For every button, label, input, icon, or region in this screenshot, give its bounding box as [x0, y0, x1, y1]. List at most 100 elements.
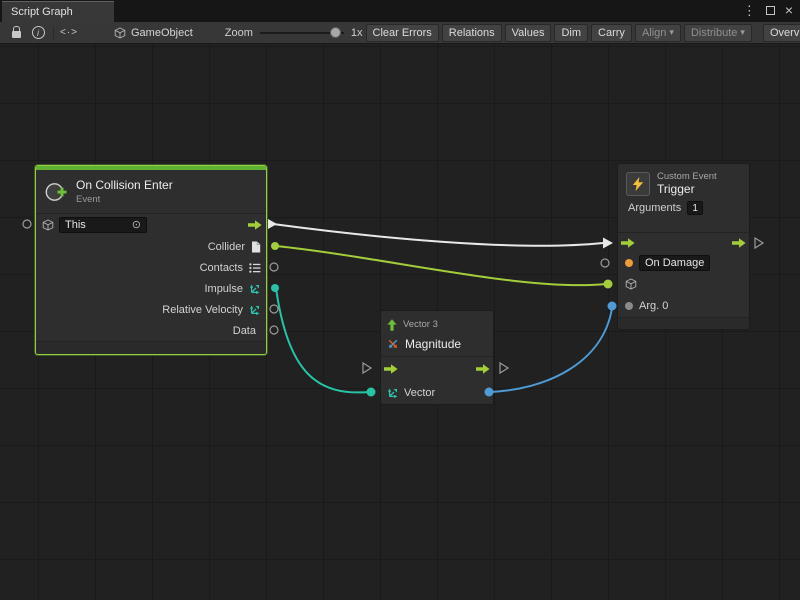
custom-event-header[interactable]: Custom Event Trigger Arguments 1: [618, 164, 749, 233]
maximize-icon[interactable]: [766, 6, 775, 15]
port-row-impulse[interactable]: Impulse: [36, 278, 266, 299]
control-input-arrowhead[interactable]: [603, 238, 613, 249]
up-arrow-icon: [387, 319, 397, 331]
target-field-value: This: [65, 219, 86, 231]
string-port-dot[interactable]: [625, 259, 633, 267]
control-output-arrow-icon[interactable]: [732, 238, 746, 248]
port-label: Arg. 0: [639, 300, 668, 312]
wire-control-flow[interactable]: [273, 224, 603, 246]
lock-icon: [12, 31, 21, 38]
zoom-value: 1x: [351, 27, 363, 39]
target-self-port[interactable]: [23, 220, 31, 228]
event-node-header[interactable]: On Collision Enter Event: [36, 170, 266, 214]
clear-errors-button[interactable]: Clear Errors: [366, 24, 439, 42]
arguments-count-field[interactable]: 1: [687, 201, 703, 215]
overview-button[interactable]: Overv: [763, 24, 800, 42]
zoom-label: Zoom: [225, 27, 253, 39]
node-footer: [36, 341, 266, 354]
event-name-port[interactable]: [601, 259, 609, 267]
vector-node-header[interactable]: Vector 3 Magnitude: [381, 311, 493, 357]
code-icon: [60, 27, 78, 38]
node-on-collision-enter[interactable]: On Collision Enter Event This ⊙ Collider…: [35, 165, 267, 355]
document-icon: [251, 241, 261, 253]
code-view-button[interactable]: [58, 24, 80, 42]
relations-toggle[interactable]: Relations: [442, 24, 502, 42]
zoom-slider[interactable]: [260, 27, 344, 39]
node-trigger-custom-event[interactable]: Custom Event Trigger Arguments 1 On Dama…: [617, 163, 750, 330]
chevron-down-icon: ▾: [669, 27, 674, 38]
vector-control-in-port[interactable]: [363, 363, 371, 373]
control-output-arrow-icon[interactable]: [476, 364, 490, 374]
arg0-input-port[interactable]: [608, 302, 617, 311]
list-icon: [249, 263, 261, 273]
control-output-port[interactable]: [268, 219, 277, 229]
object-picker-icon[interactable]: ⊙: [132, 220, 141, 231]
gameobject-cube-icon: [625, 278, 637, 290]
control-flow-row[interactable]: [381, 357, 493, 381]
target-field[interactable]: This ⊙: [59, 217, 147, 233]
gameobject-icon: [114, 27, 126, 39]
distribute-dropdown[interactable]: Distribute ▾: [684, 24, 752, 42]
zoom-slider-handle[interactable]: [330, 27, 341, 38]
relative-velocity-output-port[interactable]: [270, 305, 278, 313]
lightning-icon: [632, 177, 644, 191]
values-toggle[interactable]: Values: [505, 24, 552, 42]
port-row-vector[interactable]: Vector: [381, 381, 493, 404]
node-subtitle: Event: [76, 194, 173, 205]
tab-script-graph[interactable]: Script Graph: [2, 1, 114, 22]
info-icon: [32, 26, 45, 39]
carry-toggle[interactable]: Carry: [591, 24, 632, 42]
impulse-output-port[interactable]: [271, 284, 279, 292]
vector3-icon: [249, 304, 261, 316]
wire-collider-target[interactable]: [276, 246, 606, 285]
lock-button[interactable]: [5, 24, 27, 42]
control-input-arrow-icon[interactable]: [621, 238, 635, 248]
control-flow-row[interactable]: [618, 233, 749, 253]
node-group: Vector 3: [403, 319, 438, 330]
custom-event-badge: [626, 172, 650, 196]
port-row-event-name[interactable]: On Damage: [618, 253, 749, 273]
node-vector3-magnitude[interactable]: Vector 3 Magnitude Vector: [380, 310, 494, 405]
node-footer: [618, 317, 749, 329]
port-label: Data: [233, 325, 256, 337]
node-title: Trigger: [657, 182, 717, 196]
tab-label: Script Graph: [11, 6, 73, 18]
port-row-collider[interactable]: Collider: [36, 236, 266, 257]
custom-event-control-out-port[interactable]: [755, 238, 763, 248]
control-output-arrow-icon[interactable]: [248, 220, 262, 230]
node-title: Magnitude: [405, 337, 461, 351]
vector-input-port[interactable]: [367, 388, 376, 397]
port-row-contacts[interactable]: Contacts: [36, 257, 266, 278]
collider-output-port[interactable]: [271, 242, 279, 250]
port-label: Contacts: [200, 262, 243, 274]
contacts-output-port[interactable]: [270, 263, 278, 271]
align-dropdown[interactable]: Align ▾: [635, 24, 681, 42]
info-button[interactable]: [27, 24, 49, 42]
align-label: Align: [642, 27, 666, 39]
close-icon[interactable]: ×: [785, 3, 793, 17]
arguments-label: Arguments: [628, 202, 681, 214]
port-row-arg0[interactable]: Arg. 0: [618, 295, 749, 317]
event-name-field[interactable]: On Damage: [639, 255, 710, 271]
target-input-port[interactable]: [604, 280, 613, 289]
chevron-down-icon: ▾: [740, 27, 745, 38]
window-menu-icon[interactable]: ⋮: [743, 4, 756, 17]
wire-impulse-vector[interactable]: [276, 288, 369, 392]
vector-control-out-port[interactable]: [500, 363, 508, 373]
gameobject-reference[interactable]: GameObject: [114, 27, 193, 39]
magnitude-arrows-icon: [387, 338, 399, 350]
port-row-relative-velocity[interactable]: Relative Velocity: [36, 299, 266, 320]
vector3-icon: [387, 387, 399, 399]
graph-canvas[interactable]: On Collision Enter Event This ⊙ Collider…: [0, 44, 800, 600]
wire-magnitude-arg0[interactable]: [489, 308, 612, 392]
object-port-dot[interactable]: [625, 302, 633, 310]
port-label: Vector: [404, 387, 435, 399]
control-input-arrow-icon[interactable]: [384, 364, 398, 374]
port-row-data[interactable]: Data: [36, 320, 266, 341]
port-label: Relative Velocity: [162, 304, 243, 316]
target-row: This ⊙: [36, 214, 266, 236]
port-row-target[interactable]: [618, 273, 749, 295]
vector3-icon: [249, 283, 261, 295]
dim-toggle[interactable]: Dim: [554, 24, 588, 42]
data-output-port[interactable]: [270, 326, 278, 334]
